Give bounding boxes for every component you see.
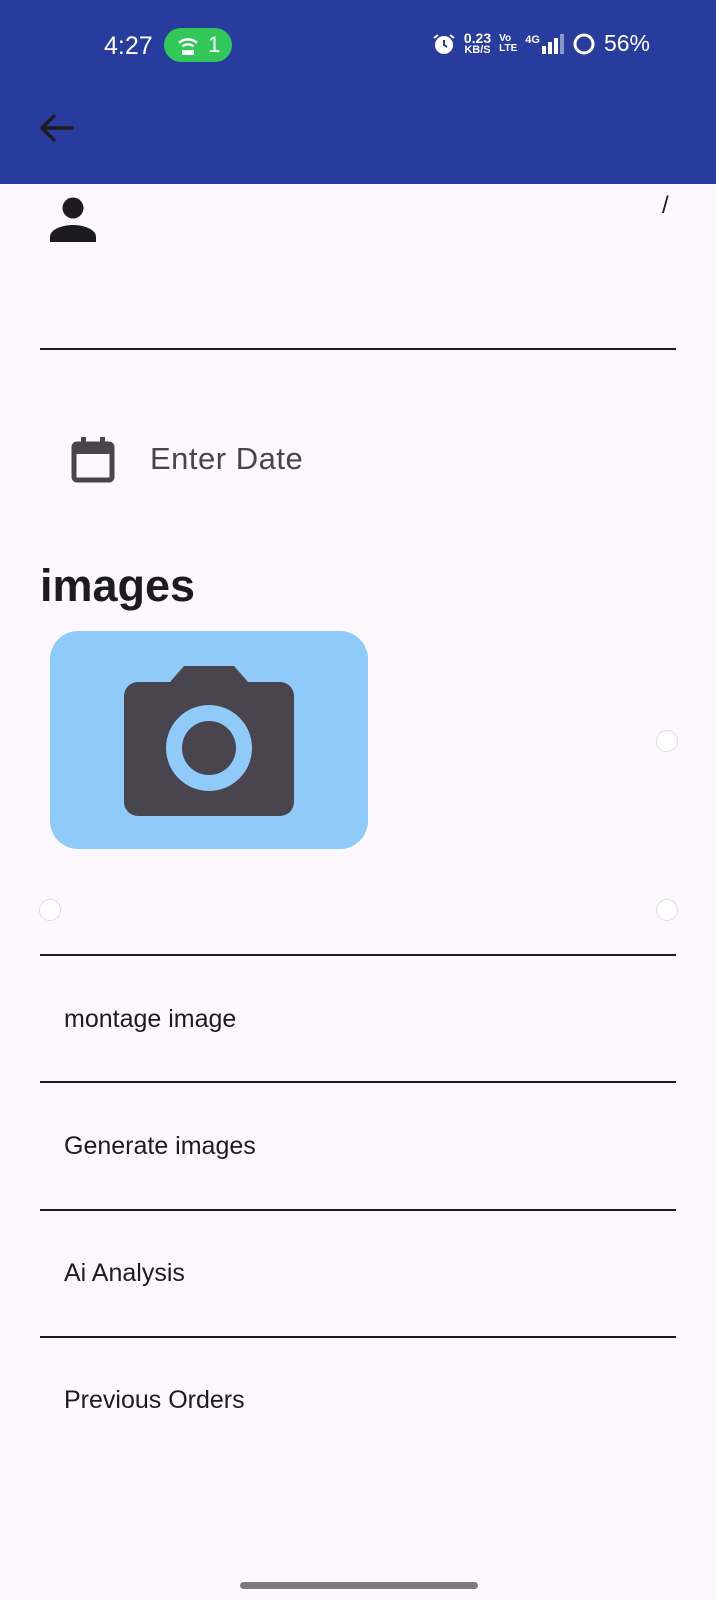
menu-divider [40,1081,676,1083]
hotspot-count: 1 [208,32,221,57]
carousel-dot[interactable] [39,899,61,921]
back-button[interactable] [34,106,78,150]
date-placeholder: Enter Date [150,441,304,476]
menu-item-previous-orders[interactable]: Previous Orders [64,1386,245,1415]
alarm-icon [433,33,455,54]
images-title: images [40,560,196,611]
name-field-underline [40,348,676,350]
calendar-icon [71,437,115,483]
home-indicator[interactable] [240,1582,478,1589]
net-speed: 0.23 KB/S [463,29,492,56]
hotspot-badge: 1 [164,28,232,62]
volte-indicator: Vo LTE [499,32,518,54]
header-slash: / [662,192,669,219]
arrow-back-icon [40,114,74,142]
app-bar: 4:27 1 0.23 KB/S Vo LTE 4G 56% [0,0,716,184]
menu-divider [40,1209,676,1211]
signal-icon: 4G [525,33,564,54]
menu-item-generate-images[interactable]: Generate images [64,1132,256,1161]
battery-icon [573,33,595,54]
menu-divider [40,1336,676,1338]
date-field[interactable]: Enter Date [70,434,303,484]
battery-level: 56% [603,30,650,56]
carousel-dot[interactable] [656,899,678,921]
status-icons: 0.23 KB/S Vo LTE 4G 56% [432,30,650,57]
menu-item-montage-image[interactable]: montage image [64,1005,236,1034]
hotspot-icon [178,38,198,55]
images-divider [40,954,676,956]
menu-item-ai-analysis[interactable]: Ai Analysis [64,1259,185,1288]
carousel-dot[interactable] [656,730,678,752]
person-icon [50,197,96,242]
status-time: 4:27 [104,32,153,60]
camera-icon [124,666,294,816]
add-image-button[interactable] [50,631,368,849]
